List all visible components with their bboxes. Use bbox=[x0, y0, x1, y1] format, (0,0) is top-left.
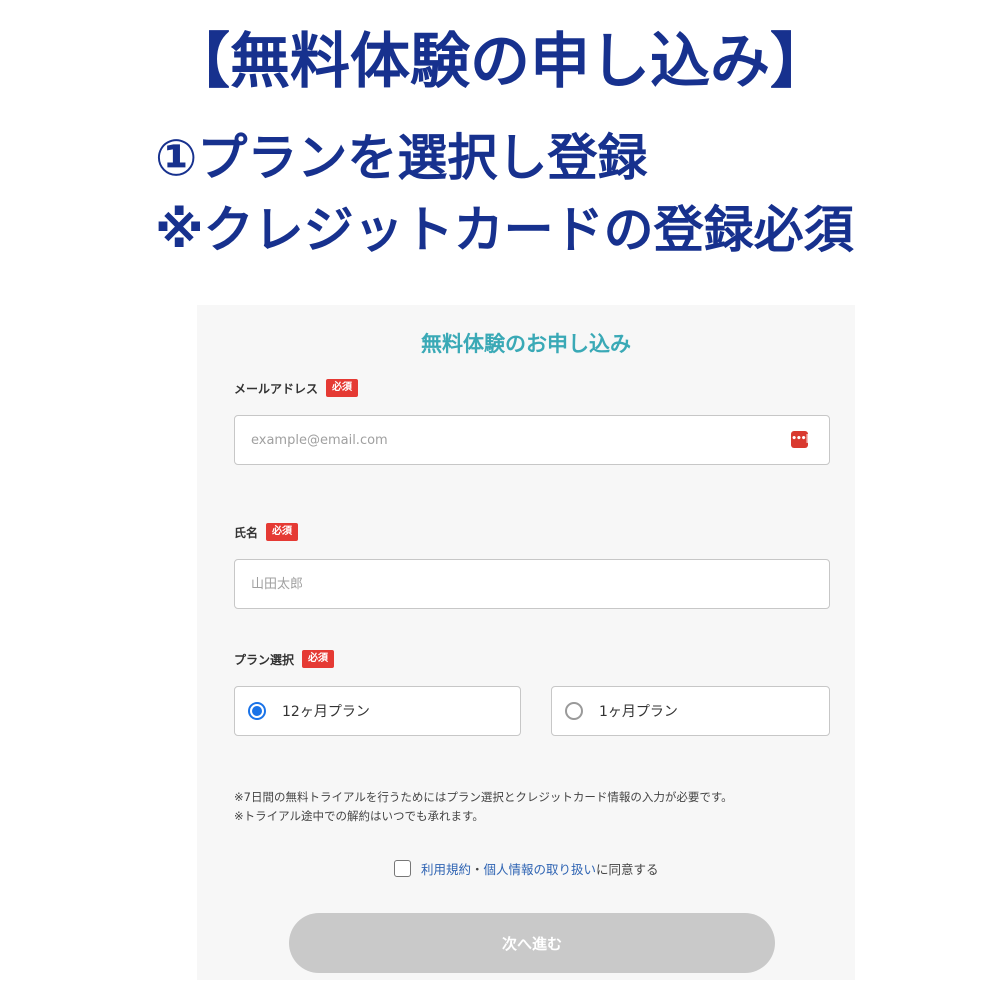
agreement-suffix: に同意する bbox=[596, 862, 659, 877]
radio-selected-icon[interactable] bbox=[248, 702, 266, 720]
plan-label-row: プラン選択 必須 bbox=[234, 650, 335, 668]
terms-link[interactable]: 利用規約 bbox=[421, 859, 471, 878]
plan-option-label: 1ヶ月プラン bbox=[599, 704, 678, 720]
signup-form-card: 無料体験のお申し込み メールアドレス 必須 •••| 氏名 必須 プラン選択 必… bbox=[197, 305, 855, 980]
name-input[interactable] bbox=[234, 559, 830, 609]
plan-option-label: 12ヶ月プラン bbox=[282, 704, 370, 720]
cancel-notice: ※トライアル途中での解約はいつでも承れます。 bbox=[234, 809, 484, 823]
plan-option-12-month[interactable]: 12ヶ月プラン bbox=[234, 686, 521, 736]
page-title: 【無料体験の申し込み】 bbox=[170, 27, 830, 97]
radio-unselected-icon[interactable] bbox=[565, 702, 583, 720]
password-manager-icon[interactable]: •••| bbox=[791, 431, 809, 448]
required-badge: 必須 bbox=[302, 650, 335, 668]
link-separator: ・ bbox=[471, 862, 484, 877]
agreement-checkbox[interactable] bbox=[394, 860, 411, 877]
name-label-row: 氏名 必須 bbox=[234, 523, 299, 541]
required-badge: 必須 bbox=[266, 523, 299, 541]
name-label: 氏名 bbox=[234, 525, 259, 540]
step-instruction: ①プランを選択し登録 bbox=[155, 129, 648, 187]
credit-card-note: ※クレジットカードの登録必須 bbox=[155, 201, 854, 259]
required-badge: 必須 bbox=[326, 379, 359, 397]
plan-label: プラン選択 bbox=[234, 652, 295, 667]
next-button[interactable]: 次へ進む bbox=[289, 913, 775, 973]
privacy-link[interactable]: 個人情報の取り扱い bbox=[484, 859, 597, 878]
trial-notice: ※7日間の無料トライアルを行うためにはプラン選択とクレジットカード情報の入力が必… bbox=[234, 790, 733, 804]
email-input[interactable] bbox=[234, 415, 830, 465]
email-label: メールアドレス bbox=[234, 381, 319, 396]
plan-option-1-month[interactable]: 1ヶ月プラン bbox=[551, 686, 830, 736]
agreement-row: 利用規約 ・ 個人情報の取り扱い に同意する bbox=[394, 859, 659, 878]
form-title: 無料体験のお申し込み bbox=[421, 332, 631, 356]
email-label-row: メールアドレス 必須 bbox=[234, 379, 359, 397]
